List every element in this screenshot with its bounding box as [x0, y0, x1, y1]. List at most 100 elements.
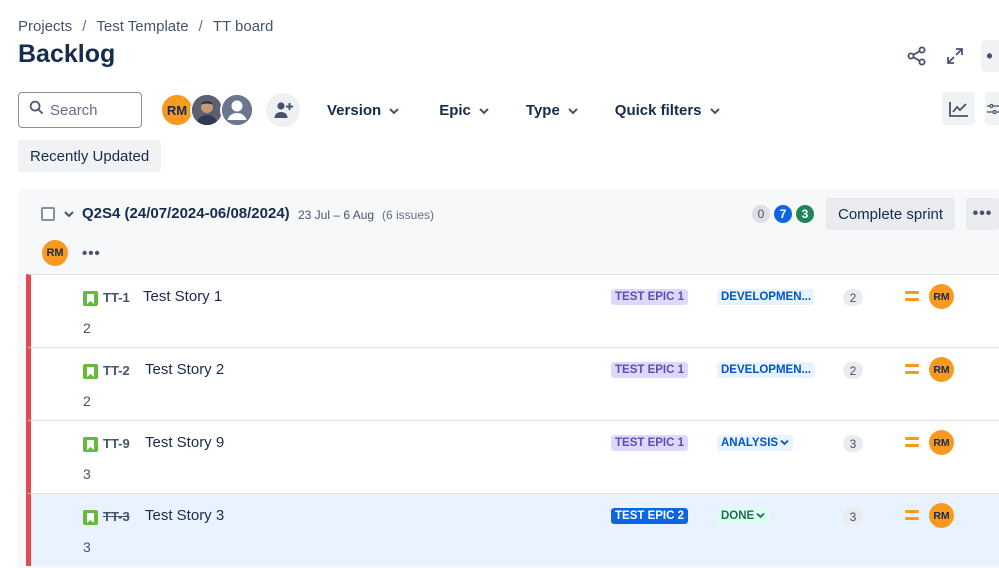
- type-filter-label: Type: [525, 101, 560, 119]
- assignee-avatar[interactable]: RM: [929, 284, 954, 309]
- sprint-name[interactable]: Q2S4 (24/07/2024-06/08/2024): [82, 205, 290, 222]
- avatar-rm[interactable]: RM: [42, 240, 68, 266]
- epic-lozenge[interactable]: TEST EPIC 1: [611, 435, 689, 451]
- epic-filter-label: Epic: [439, 101, 471, 119]
- sprint-more-button[interactable]: •••: [966, 198, 999, 230]
- assignee-avatar[interactable]: RM: [929, 503, 954, 528]
- issue-key[interactable]: TT-9: [103, 436, 130, 451]
- chevron-down-icon: [756, 510, 765, 522]
- issue-summary[interactable]: Test Story 9: [145, 434, 224, 451]
- toolbar: RM Version Epic Type Quick filters: [18, 92, 999, 128]
- insights-button[interactable]: [942, 92, 975, 125]
- breadcrumb-separator: /: [82, 18, 87, 35]
- epic-filter[interactable]: Epic: [439, 102, 489, 119]
- status-label: DEVELOPMEN...: [721, 364, 812, 376]
- avatar-photo[interactable]: [190, 93, 224, 127]
- complete-sprint-button[interactable]: Complete sprint: [826, 198, 956, 230]
- chevron-down-icon: [389, 102, 399, 119]
- issue-key[interactable]: TT-2: [103, 363, 130, 378]
- status-label: DONE: [721, 510, 755, 522]
- status-label: ANALYSIS: [721, 437, 779, 449]
- in-progress-count-badge: 7: [774, 205, 792, 223]
- chevron-down-icon[interactable]: [64, 206, 74, 224]
- quick-filters-label: Quick filters: [614, 101, 702, 119]
- sprint-header: Q2S4 (24/07/2024-06/08/2024) 23 Jul – 6 …: [18, 189, 999, 239]
- done-count-badge: 3: [796, 205, 814, 223]
- status-lozenge[interactable]: DEVELOPMEN...: [717, 362, 816, 378]
- people-filter: RM: [160, 93, 300, 127]
- priority-medium-icon: [905, 291, 919, 305]
- issue-summary[interactable]: Test Story 1: [143, 288, 222, 305]
- breadcrumb: Projects / Test Template / TT board: [18, 18, 273, 35]
- breadcrumb-projects[interactable]: Projects: [18, 18, 72, 35]
- status-lozenge[interactable]: ANALYSIS: [717, 435, 794, 451]
- story-points-badge[interactable]: 3: [843, 435, 863, 452]
- epic-lozenge[interactable]: TEST EPIC 1: [611, 289, 689, 305]
- chevron-down-icon: [568, 102, 578, 119]
- story-icon: [83, 364, 98, 379]
- status-label: DEVELOPMEN...: [721, 291, 812, 303]
- avatar-generic[interactable]: [220, 93, 254, 127]
- more-assignees-button[interactable]: •••: [82, 245, 101, 262]
- issue-row[interactable]: TT-2 Test Story 2 2 TEST EPIC 1 DEVELOPM…: [26, 347, 999, 420]
- epic-lozenge[interactable]: TEST EPIC 1: [611, 362, 689, 378]
- issue-key[interactable]: TT-3: [103, 509, 130, 524]
- chevron-down-icon: [709, 102, 720, 119]
- chevron-down-icon: [479, 102, 489, 119]
- story-points-badge[interactable]: 2: [843, 289, 863, 306]
- sprint-container: Q2S4 (24/07/2024-06/08/2024) 23 Jul – 6 …: [18, 189, 999, 568]
- issue-subvalue: 3: [83, 539, 91, 555]
- issue-list: TT-1 Test Story 1 2 TEST EPIC 1 DEVELOPM…: [26, 274, 999, 566]
- chevron-down-icon: [780, 437, 789, 449]
- breadcrumb-separator: /: [198, 18, 203, 35]
- share-icon[interactable]: [905, 40, 929, 72]
- issue-row[interactable]: TT-9 Test Story 9 3 TEST EPIC 1 ANALYSIS…: [26, 420, 999, 493]
- issue-subvalue: 3: [83, 466, 91, 482]
- issue-row[interactable]: TT-3 Test Story 3 3 TEST EPIC 2 DONE 3 R…: [26, 493, 999, 566]
- issue-row[interactable]: TT-1 Test Story 1 2 TEST EPIC 1 DEVELOPM…: [26, 274, 999, 347]
- issue-subvalue: 2: [83, 320, 91, 336]
- more-actions-button[interactable]: •: [981, 40, 999, 72]
- status-lozenge[interactable]: DEVELOPMEN...: [717, 289, 815, 305]
- page-title: Backlog: [18, 40, 116, 68]
- sprint-status-counts: 0 7 3: [752, 205, 814, 223]
- status-lozenge[interactable]: DONE: [717, 508, 770, 524]
- recently-updated-button[interactable]: Recently Updated: [18, 140, 162, 172]
- add-person-icon: [274, 102, 293, 118]
- version-filter-label: Version: [327, 101, 382, 119]
- header-actions: •: [905, 40, 999, 72]
- sliders-icon: [987, 103, 999, 114]
- story-points-badge[interactable]: 3: [843, 508, 863, 525]
- chart-line-icon: [948, 101, 968, 117]
- type-filter[interactable]: Type: [526, 102, 578, 119]
- priority-medium-icon: [905, 510, 919, 524]
- quick-filters[interactable]: Quick filters: [615, 102, 720, 119]
- breadcrumb-tt-board[interactable]: TT board: [213, 18, 274, 35]
- epic-lozenge[interactable]: TEST EPIC 2: [611, 508, 689, 524]
- story-icon: [83, 291, 98, 306]
- breadcrumb-test-template[interactable]: Test Template: [96, 18, 188, 35]
- sprint-assignees: RM •••: [42, 240, 101, 266]
- sprint-select-checkbox[interactable]: [41, 207, 55, 221]
- issue-summary[interactable]: Test Story 3: [145, 507, 224, 524]
- search-box[interactable]: [18, 92, 142, 128]
- story-icon: [83, 510, 98, 525]
- avatar-rm[interactable]: RM: [160, 93, 194, 127]
- issue-summary[interactable]: Test Story 2: [145, 361, 224, 378]
- search-icon: [29, 100, 44, 120]
- assignee-avatar[interactable]: RM: [929, 357, 954, 382]
- story-icon: [83, 437, 98, 452]
- search-input[interactable]: [50, 101, 130, 119]
- assignee-avatar[interactable]: RM: [929, 430, 954, 455]
- priority-medium-icon: [905, 437, 919, 451]
- toolbar-right: [942, 92, 999, 125]
- version-filter[interactable]: Version: [327, 102, 399, 119]
- issue-key[interactable]: TT-1: [103, 290, 130, 305]
- view-settings-button[interactable]: [985, 92, 999, 125]
- issue-subvalue: 2: [83, 393, 91, 409]
- expand-icon[interactable]: [943, 40, 967, 72]
- story-points-badge[interactable]: 2: [843, 362, 863, 379]
- add-people-button[interactable]: [266, 93, 300, 127]
- todo-count-badge: 0: [752, 205, 770, 223]
- priority-medium-icon: [905, 364, 919, 378]
